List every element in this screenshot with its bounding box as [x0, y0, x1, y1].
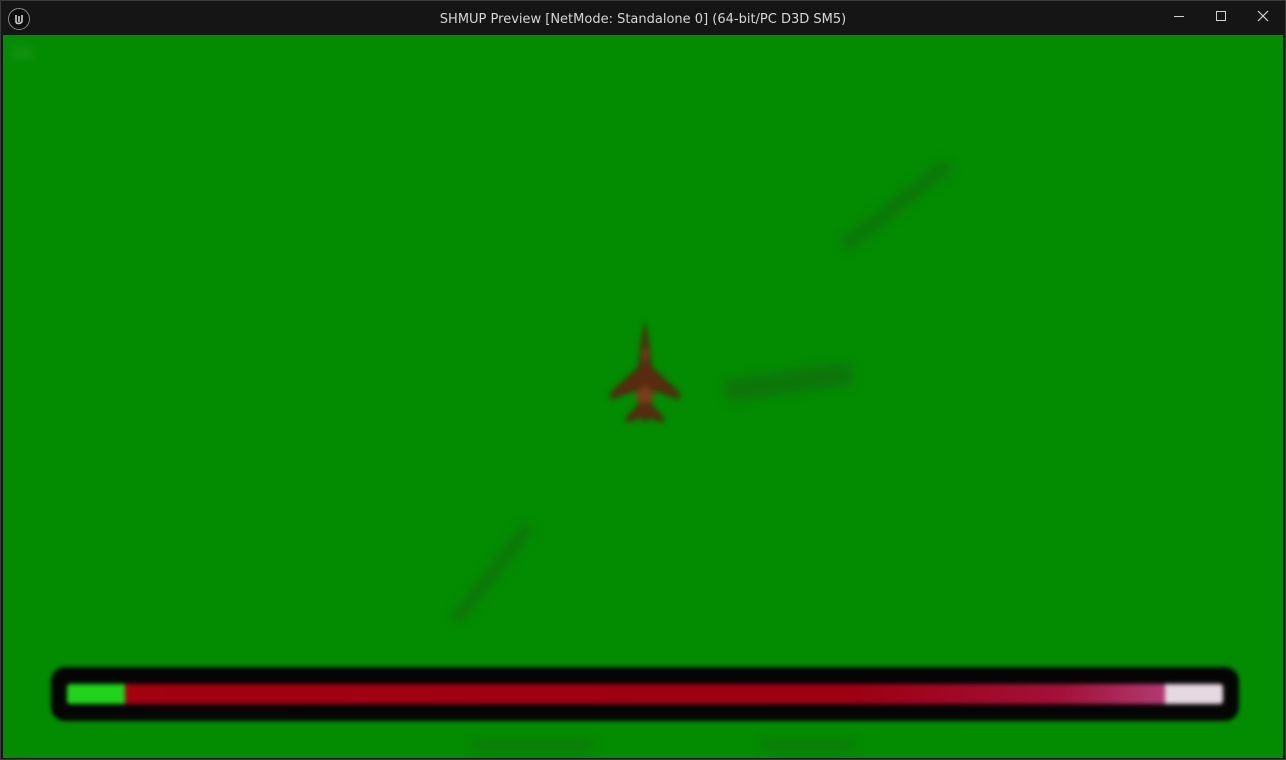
- game-viewport[interactable]: [3, 35, 1283, 758]
- scene-layer: [3, 35, 1283, 758]
- enemy-silhouette: [450, 522, 534, 625]
- close-icon: [1257, 7, 1269, 26]
- game-window: SHMUP Preview [NetMode: Standalone 0] (6…: [0, 0, 1286, 760]
- window-title: SHMUP Preview [NetMode: Standalone 0] (6…: [439, 12, 847, 27]
- health-bar-empty: [1165, 684, 1223, 704]
- enemy-silhouette: [838, 158, 954, 253]
- enemy-silhouette: [724, 362, 854, 402]
- close-button[interactable]: [1242, 1, 1284, 31]
- maximize-button[interactable]: [1200, 1, 1242, 31]
- title-bar[interactable]: SHMUP Preview [NetMode: Standalone 0] (6…: [1, 1, 1285, 35]
- minimize-icon: [1173, 7, 1185, 26]
- health-bar-track: [67, 684, 1223, 704]
- health-bar: [51, 667, 1239, 721]
- maximize-icon: [1215, 7, 1227, 26]
- damage-bar-fill: [124, 684, 1166, 704]
- ground-detail: [473, 740, 593, 750]
- health-bar-fill: [67, 684, 125, 704]
- hud-corner-mark: [11, 47, 33, 59]
- ground-detail: [763, 740, 853, 750]
- unreal-engine-icon[interactable]: [8, 8, 30, 30]
- fighter-jet-icon: [605, 319, 685, 429]
- minimize-button[interactable]: [1158, 1, 1200, 31]
